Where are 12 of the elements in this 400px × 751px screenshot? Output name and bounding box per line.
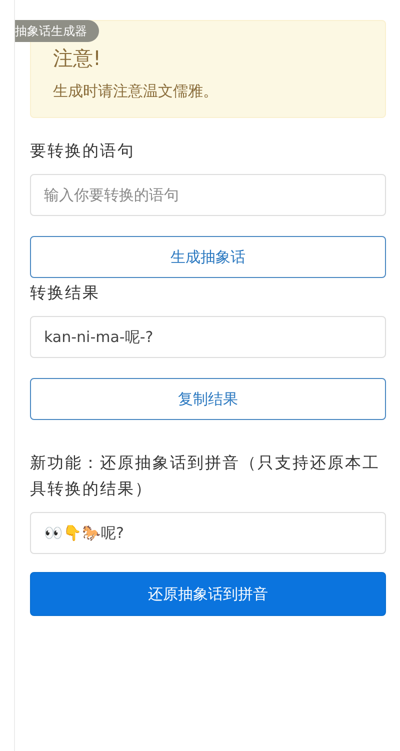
- input-field[interactable]: 👀👇🐎呢?: [30, 512, 386, 554]
- action-button[interactable]: 生成抽象话: [30, 236, 386, 278]
- field-label: 转换结果: [30, 282, 101, 304]
- field-label: 要转换的语句: [30, 140, 136, 162]
- action-button[interactable]: 还原抽象话到拼音: [30, 572, 386, 616]
- action-button[interactable]: 复制结果: [30, 378, 386, 420]
- input-field[interactable]: 输入你要转换的语句: [30, 174, 386, 216]
- input-field[interactable]: kan-ni-ma-呢-?: [30, 316, 386, 358]
- app-title-tag: 抽象话生成器: [15, 20, 99, 42]
- field-label: 新功能：还原抽象话到拼音（只支持还原本工具转换的结果）: [30, 452, 381, 500]
- alert-title: 注意!: [53, 45, 102, 72]
- alert-message: 生成时请注意温文儒雅。: [53, 82, 219, 101]
